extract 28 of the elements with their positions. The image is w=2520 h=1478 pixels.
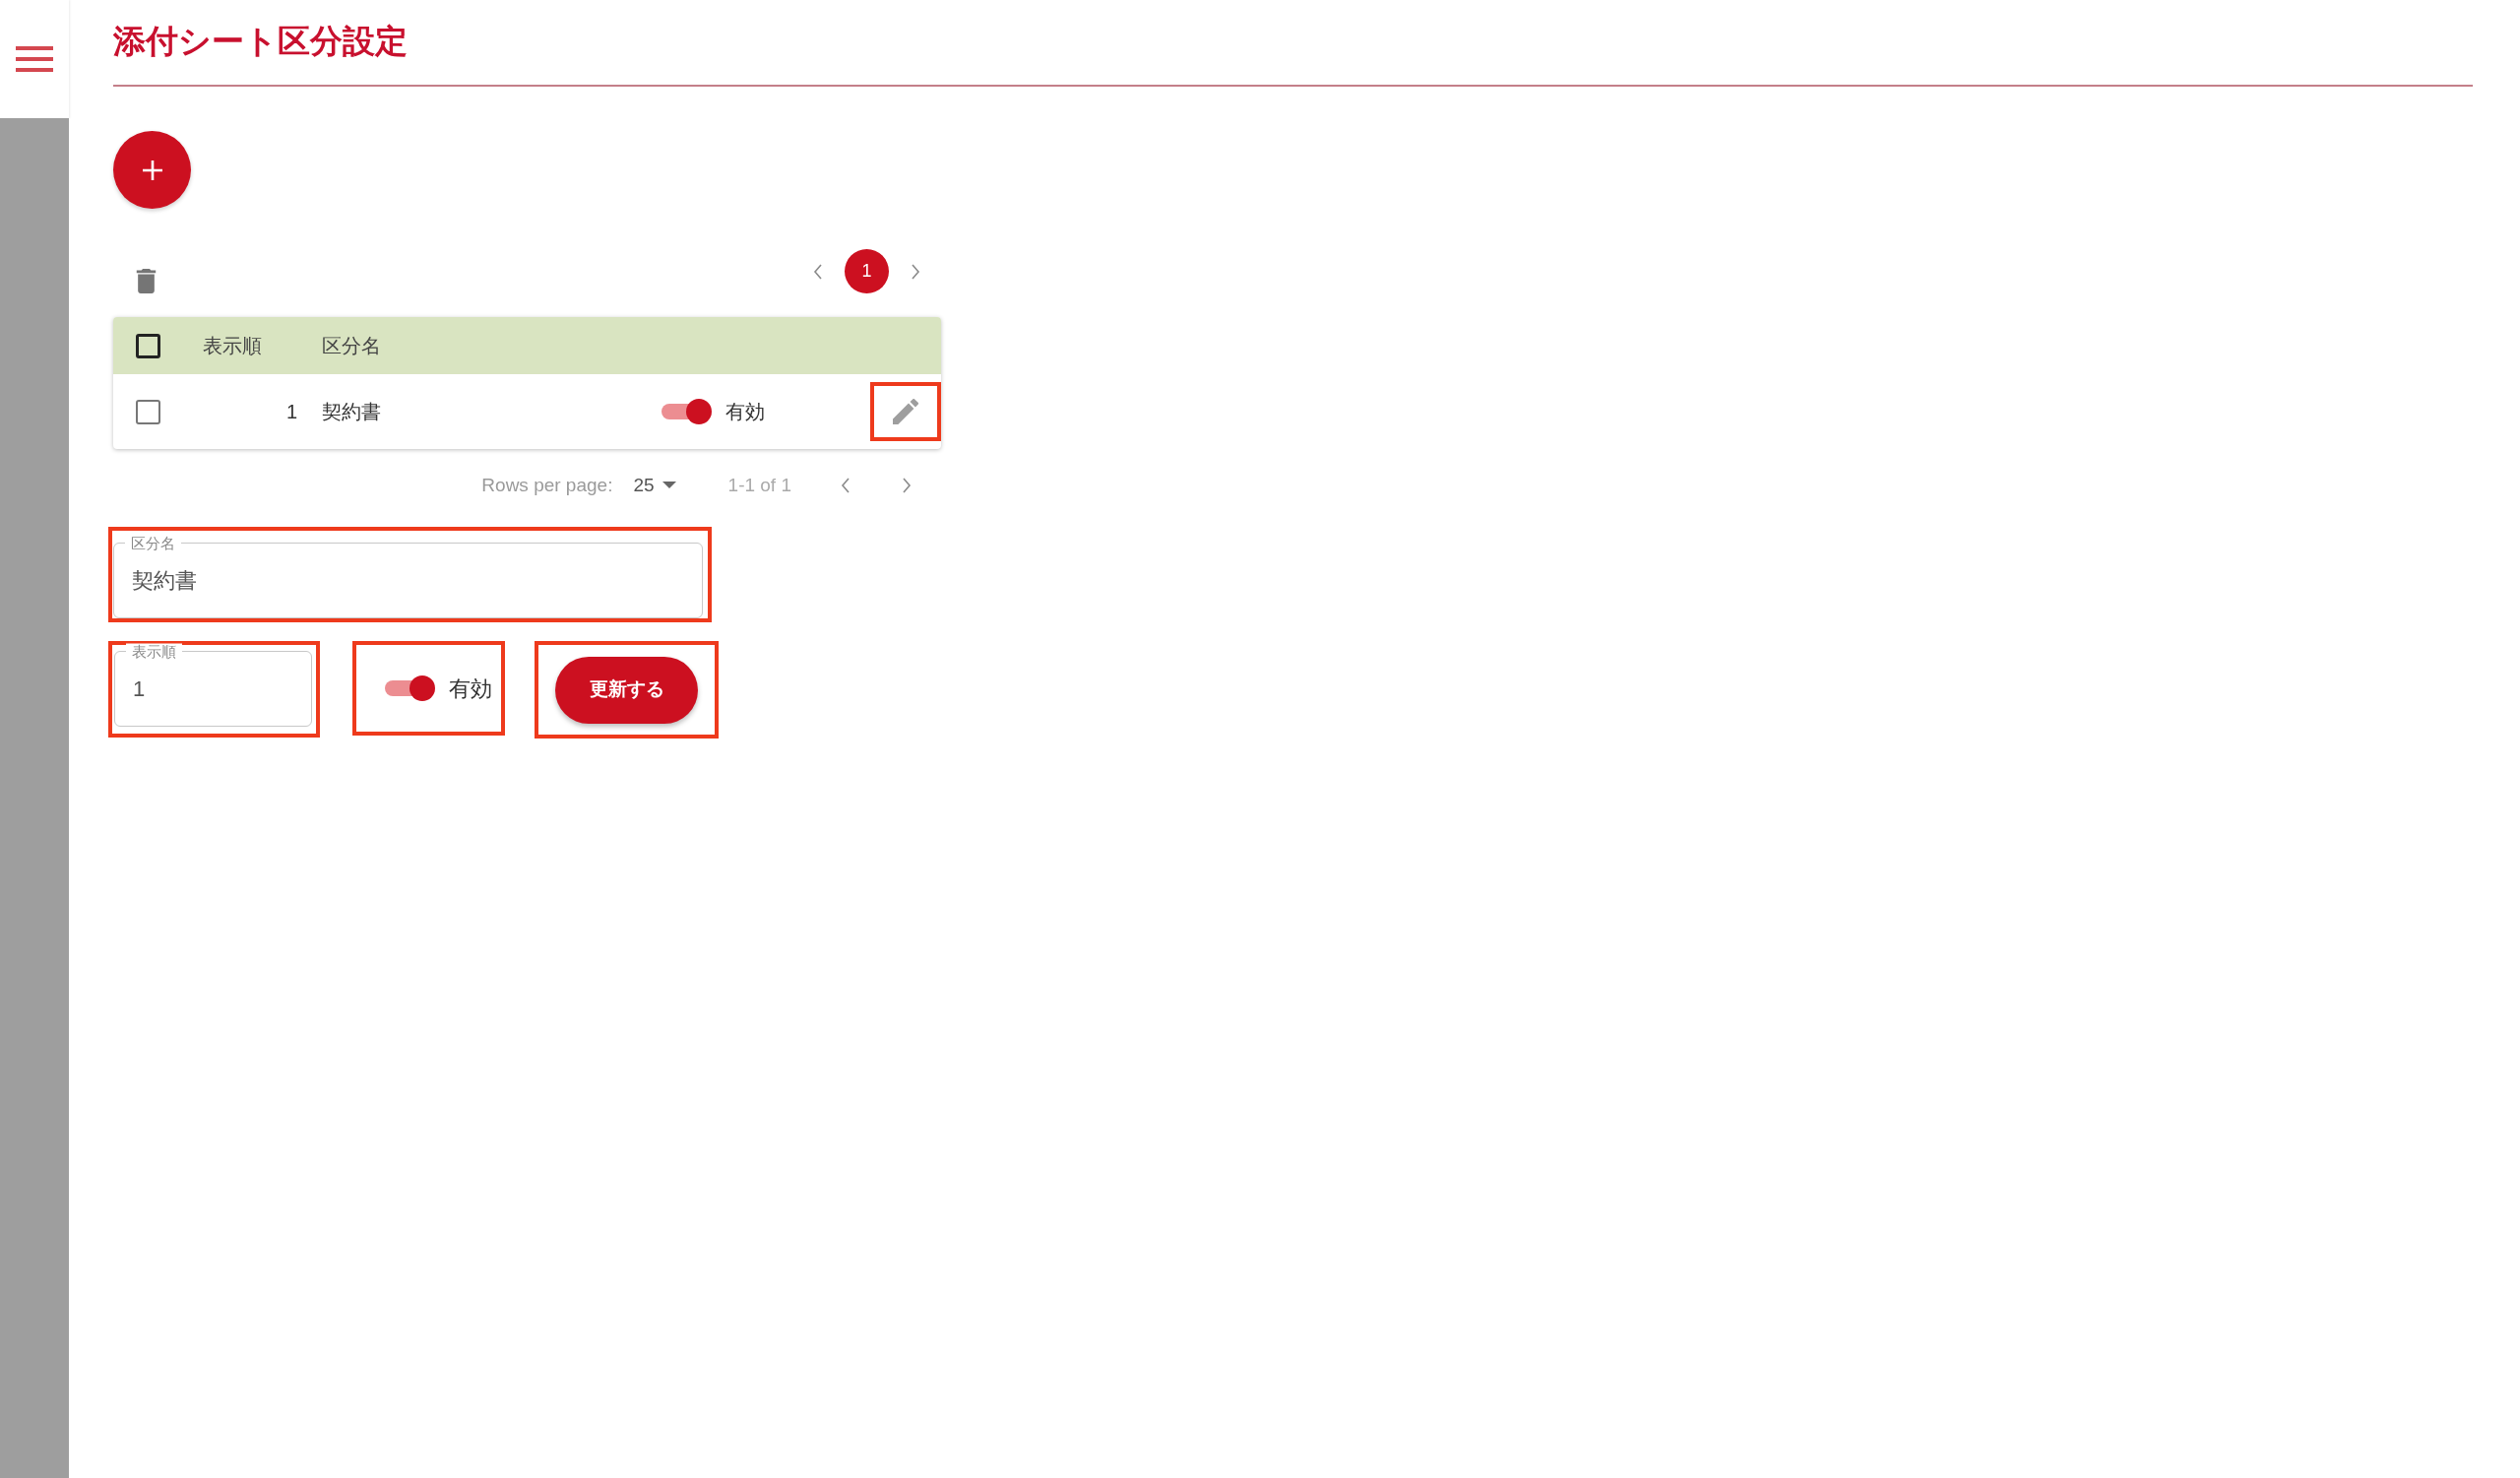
- rows-per-page-select[interactable]: 25: [633, 471, 676, 500]
- rows-per-page-label: Rows per page:: [481, 473, 613, 497]
- add-button[interactable]: [113, 131, 191, 209]
- table-cell: 1: [285, 401, 297, 422]
- chevron-left-icon[interactable]: [841, 478, 850, 493]
- page-range-text: 1-1 of 1: [727, 473, 791, 497]
- toggle-switch[interactable]: [383, 675, 436, 702]
- caret-icon: [662, 482, 676, 489]
- chevron-right-icon[interactable]: [902, 478, 912, 493]
- pencil-icon[interactable]: [893, 399, 918, 424]
- field-label: 区分名: [125, 535, 181, 550]
- toggle-switch[interactable]: [660, 398, 713, 425]
- toggle-label: 有効: [449, 675, 492, 703]
- checkbox[interactable]: [136, 333, 160, 358]
- chevron-left-icon[interactable]: [813, 263, 823, 280]
- trash-icon[interactable]: [136, 269, 157, 293]
- column-header: 区分名: [322, 335, 381, 356]
- column-header: 表示順: [203, 335, 262, 356]
- table-cell: 契約書: [322, 401, 381, 422]
- plus-icon: [141, 159, 163, 181]
- checkbox[interactable]: [136, 399, 160, 424]
- page-button[interactable]: 1: [845, 249, 889, 293]
- field-label: 表示順: [126, 643, 182, 659]
- menu-icon[interactable]: [16, 46, 53, 72]
- status-label: 有効: [725, 400, 765, 424]
- page-title: 添付シート区分設定: [113, 22, 408, 61]
- chevron-right-icon[interactable]: [911, 263, 920, 280]
- update-button[interactable]: 更新する: [555, 656, 698, 724]
